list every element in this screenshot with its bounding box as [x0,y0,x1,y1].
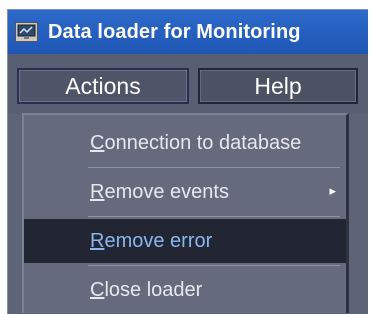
monitor-app-icon[interactable] [15,22,38,42]
menu-item-label: Remove error [90,219,212,263]
menu-item-connection-to-database[interactable]: Connection to database [24,121,346,165]
app-window: Data loader for Monitoring Actions Help … [7,9,368,314]
label-rest: emove error [104,230,213,252]
label-rest: lose loader [104,279,203,301]
mnemonic-letter: C [90,132,105,154]
menu-help[interactable]: Help [198,68,358,104]
menu-item-label: Close loader [90,268,202,312]
menu-item-remove-error[interactable]: Remove error [24,219,346,263]
label-rest: onnection to database [104,132,302,154]
monitor-icon-graphic [17,24,36,39]
menu-separator [88,167,340,168]
menu-item-label: Connection to database [90,121,301,165]
window-title: Data loader for Monitoring [48,21,301,43]
submenu-arrow-icon: ▸ [329,183,336,198]
menu-item-remove-events[interactable]: Remove events ▸ [24,170,346,214]
actions-dropdown-menu: Connection to database Remove events ▸ R… [22,113,349,313]
menu-separator [88,216,340,217]
menu-separator [88,265,340,266]
menu-bar: Actions Help [8,54,368,114]
label-rest: emove events [104,181,229,203]
mnemonic-letter: R [90,230,105,252]
mnemonic-letter: R [90,181,105,203]
menu-item-close-loader[interactable]: Close loader [24,268,346,312]
menu-actions[interactable]: Actions [17,68,189,104]
menu-item-label: Remove events [90,170,229,214]
mnemonic-letter: C [90,279,105,301]
title-bar[interactable]: Data loader for Monitoring [8,10,368,54]
